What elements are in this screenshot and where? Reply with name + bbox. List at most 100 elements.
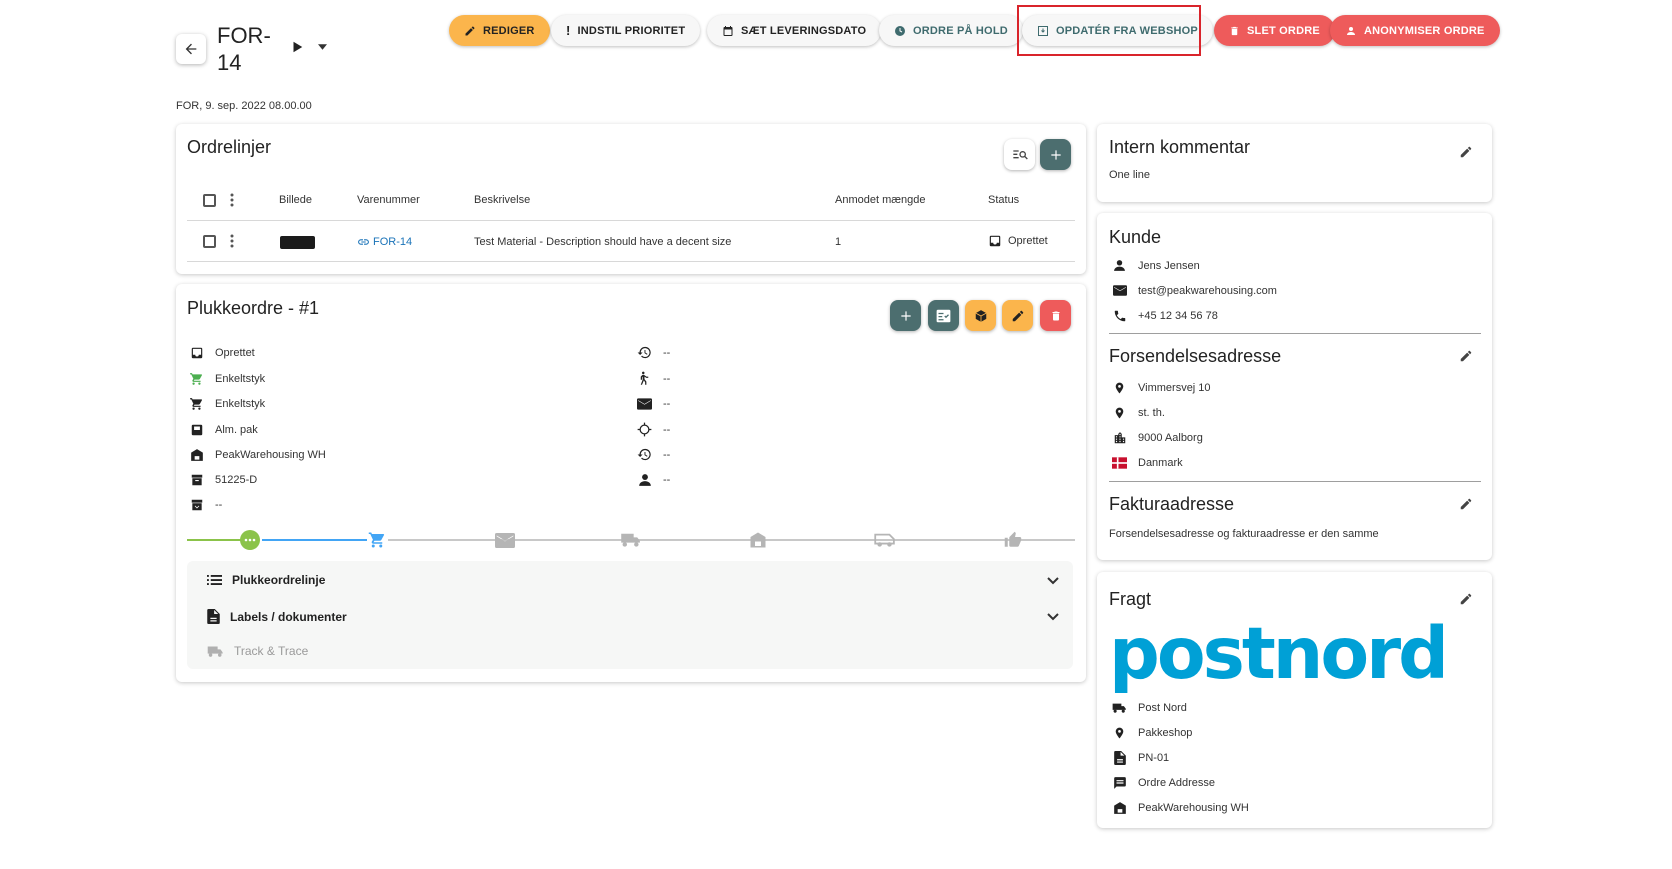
add-line-button[interactable] (1040, 139, 1071, 170)
column-header-sku: Varenummer (357, 194, 420, 206)
play-icon[interactable] (290, 40, 304, 54)
labels-documents-section[interactable]: Labels / dokumenter (207, 609, 347, 624)
van-icon (874, 533, 895, 547)
chevron-down-icon[interactable] (1047, 577, 1059, 585)
history-text: -- (663, 346, 671, 359)
delete-order-label: SLET ORDRE (1247, 24, 1320, 37)
kebab-menu-icon[interactable] (230, 193, 234, 207)
pick-status-text: Oprettet (215, 346, 255, 359)
location-text: 51225-D (215, 473, 258, 486)
pencil-icon[interactable] (1459, 349, 1473, 363)
mail-icon (495, 532, 515, 548)
inbox-icon (989, 235, 1001, 247)
pencil-icon[interactable] (1459, 592, 1473, 606)
shipping-address-title: Forsendelsesadresse (1109, 346, 1282, 366)
package-type-text: Alm. pak (215, 423, 258, 436)
thumbs-up-icon (1004, 531, 1022, 547)
row-checkbox[interactable] (203, 235, 216, 248)
divider (187, 220, 1075, 221)
archive-icon (191, 474, 202, 485)
customer-name: Jens Jensen (1138, 259, 1200, 272)
order-on-hold-button[interactable]: ORDRE PÅ HOLD (879, 15, 1023, 46)
pencil-icon (465, 26, 475, 35)
step-complete (1002, 530, 1024, 550)
freight-warehouse-text: PeakWarehousing WH (1138, 801, 1249, 814)
set-priority-button[interactable]: ! INDSTIL PRIORITET (551, 15, 701, 46)
box-icon (191, 424, 202, 435)
calendar-icon (723, 25, 733, 36)
delete-order-button[interactable]: SLET ORDRE (1214, 15, 1335, 46)
set-delivery-date-button[interactable]: SÆT LEVERINGSDATO (707, 15, 882, 46)
add-pick-button[interactable] (890, 300, 921, 331)
truck-icon (1112, 703, 1126, 713)
order-subtitle: FOR, 9. sep. 2022 08.00.00 (176, 100, 312, 112)
search-lines-button[interactable] (1004, 139, 1035, 170)
anonymize-order-label: ANONYMISER ORDRE (1364, 24, 1485, 37)
pencil-icon[interactable] (1459, 497, 1473, 511)
pencil-icon (1012, 310, 1023, 321)
warehouse-row: PeakWarehousing WH (189, 447, 326, 462)
package-button[interactable] (965, 300, 996, 331)
step-warehouse (747, 530, 769, 550)
checklist-button[interactable] (928, 300, 959, 331)
pick-lines-section[interactable]: Plukkeordrelinje (207, 573, 325, 587)
column-header-status: Status (988, 194, 1020, 206)
back-button[interactable] (176, 34, 206, 64)
warehouse-icon (750, 532, 766, 548)
anonymize-order-button[interactable]: ANONYMISER ORDRE (1330, 15, 1500, 46)
person-icon (1114, 260, 1125, 271)
step-line-pending (388, 539, 1075, 541)
country-row: Danmark (1112, 455, 1183, 470)
history-row: -- (637, 345, 670, 360)
page-title: FOR-14 (217, 23, 271, 75)
step-line-active (262, 539, 367, 541)
step-picking (366, 530, 388, 550)
carrier-text: Post Nord (1138, 701, 1187, 714)
internal-comment-title: Intern kommentar (1109, 137, 1251, 157)
caret-down-icon[interactable] (318, 44, 327, 50)
track-trace-section: Track & Trace (207, 644, 308, 658)
select-all-checkbox[interactable] (203, 194, 216, 207)
location-pin-icon (1115, 382, 1124, 393)
mail-icon (637, 397, 652, 410)
pick-status-row: Oprettet (189, 345, 255, 360)
customer-phone: +45 12 34 56 78 (1138, 309, 1218, 322)
dots-circle-icon (240, 530, 260, 550)
sku-link[interactable]: FOR-14 (357, 236, 412, 248)
warehouse-icon (190, 448, 203, 461)
history-row: -- (637, 447, 670, 462)
person-walking-icon (640, 371, 649, 385)
picker-row: -- (637, 371, 670, 386)
plus-icon (900, 310, 911, 321)
order-lines-card (176, 124, 1086, 274)
exclamation-icon: ! (566, 23, 571, 38)
street-row: Vimmersvej 10 (1112, 380, 1211, 395)
internal-comment-card (1097, 124, 1492, 202)
target-row: -- (637, 422, 670, 437)
cart-icon (190, 397, 203, 410)
customer-title: Kunde (1109, 227, 1162, 247)
crosshair-icon (637, 422, 652, 437)
list-icon (207, 575, 222, 585)
kebab-menu-icon[interactable] (230, 234, 234, 248)
divider (1109, 333, 1481, 334)
customer-email: test@peakwarehousing.com (1138, 284, 1277, 297)
pencil-icon[interactable] (1459, 145, 1473, 159)
product-thumbnail (280, 236, 315, 249)
step-created (239, 530, 261, 550)
edit-pick-button[interactable] (1002, 300, 1033, 331)
code-text: PN-01 (1138, 751, 1170, 764)
delete-pick-button[interactable] (1040, 300, 1071, 331)
service-text: Pakkeshop (1138, 726, 1193, 739)
column-header-description: Beskrivelse (474, 194, 531, 206)
row-description: Test Material - Description should have … (474, 236, 732, 248)
billing-address-title: Fakturaadresse (1109, 494, 1235, 514)
edit-button[interactable]: REDIGER (449, 15, 550, 46)
box-arrow-icon (191, 499, 202, 510)
document-icon (207, 609, 220, 624)
freight-title: Fragt (1109, 589, 1152, 609)
chevron-down-icon[interactable] (1047, 613, 1059, 621)
internal-comment-text: One line (1109, 169, 1150, 181)
picker-text: -- (663, 372, 671, 385)
clock-icon (895, 25, 905, 36)
